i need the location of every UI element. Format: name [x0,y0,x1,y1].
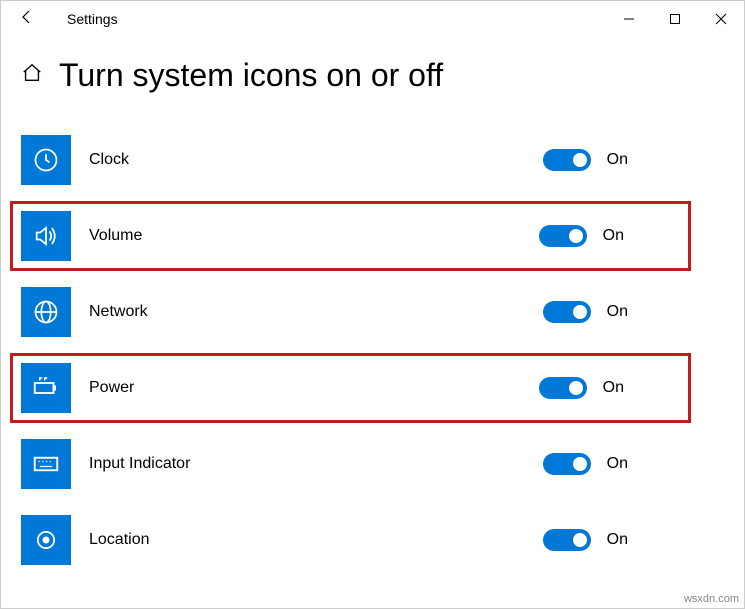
power-icon [21,363,71,413]
row-location: Location On [21,512,724,568]
row-power: Power On [17,360,684,416]
window-title: Settings [67,11,118,27]
location-icon [21,515,71,565]
toggle-network[interactable] [543,301,591,323]
watermark: wsxdn.com [684,593,739,605]
home-icon[interactable] [21,62,43,90]
close-button[interactable] [698,1,744,37]
titlebar: Settings [1,1,744,37]
minimize-button[interactable] [606,1,652,37]
toggle-input-indicator[interactable] [543,453,591,475]
toggle-state: On [607,303,628,321]
page-heading: Turn system icons on or off [21,57,724,94]
row-label: Volume [89,227,142,245]
toggle-state: On [603,379,624,397]
toggle-location[interactable] [543,529,591,551]
toggle-clock[interactable] [543,149,591,171]
row-label: Location [89,531,150,549]
toggle-state: On [607,151,628,169]
toggle-volume[interactable] [539,225,587,247]
row-label: Input Indicator [89,455,190,473]
page-title: Turn system icons on or off [59,57,443,94]
window-controls [606,1,744,37]
clock-icon [21,135,71,185]
toggle-state: On [607,531,628,549]
toggle-state: On [607,455,628,473]
row-label: Network [89,303,148,321]
row-label: Power [89,379,134,397]
keyboard-icon [21,439,71,489]
network-icon [21,287,71,337]
row-network: Network On [21,284,724,340]
content-area: Turn system icons on or off Clock On Vol… [1,37,744,568]
back-button[interactable] [11,9,43,30]
maximize-button[interactable] [652,1,698,37]
toggle-state: On [603,227,624,245]
row-volume: Volume On [17,208,684,264]
toggle-power[interactable] [539,377,587,399]
row-label: Clock [89,151,129,169]
volume-icon [21,211,71,261]
row-input-indicator: Input Indicator On [21,436,724,492]
row-clock: Clock On [21,132,724,188]
